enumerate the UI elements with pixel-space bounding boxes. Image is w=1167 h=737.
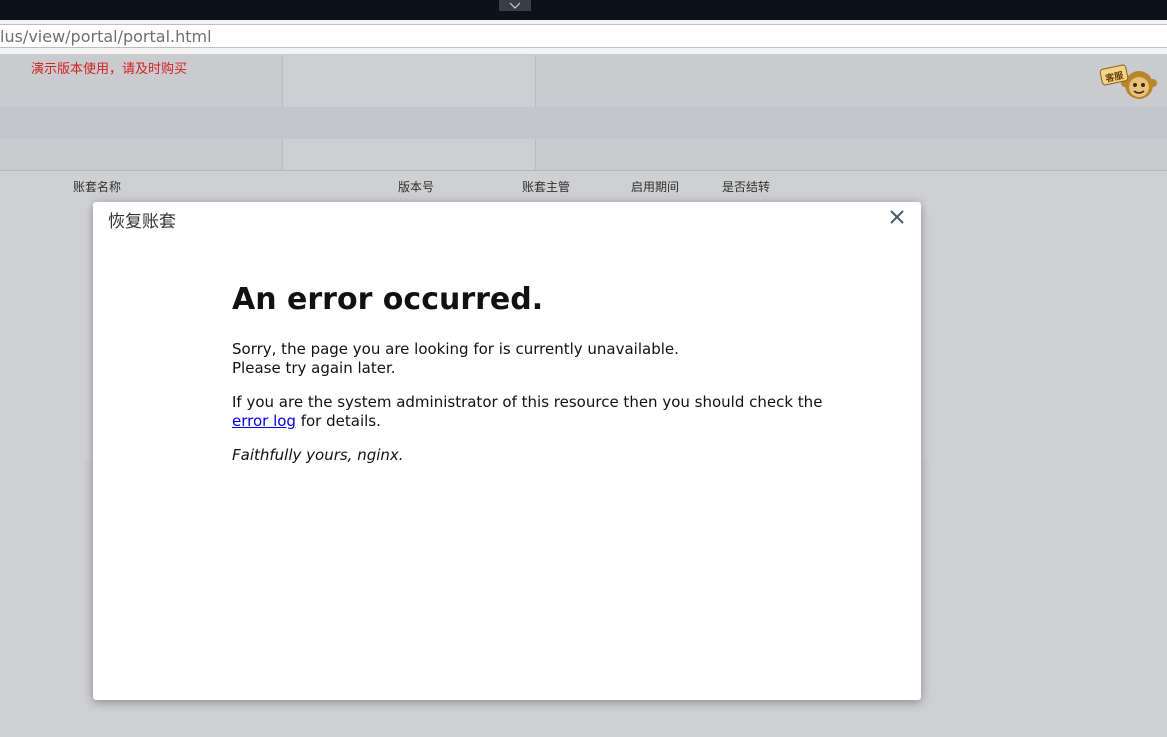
demo-notice: 演示版本使用，请及时购买	[31, 62, 188, 77]
admin-text: If you are the system administrator of t…	[232, 393, 823, 411]
browser-top-bar	[0, 0, 1167, 20]
restore-account-dialog: 恢复账套 An error occurred. Sorry, the page …	[93, 202, 921, 700]
dialog-title: 恢复账套	[108, 212, 176, 232]
unavailable-message: Sorry, the page you are looking for is c…	[232, 340, 852, 378]
unavailable-line: Sorry, the page you are looking for is c…	[232, 340, 679, 358]
admin-message: If you are the system administrator of t…	[232, 393, 852, 431]
column-header-carryover[interactable]: 是否结转	[722, 178, 770, 195]
retry-line: Please try again later.	[232, 359, 396, 377]
app-banner: 演示版本使用，请及时购买 客服	[0, 55, 1167, 171]
topbar-toggle-button[interactable]	[499, 0, 531, 11]
address-bar[interactable]: lus/view/portal/portal.html	[0, 24, 1167, 48]
url-text[interactable]: lus/view/portal/portal.html	[0, 27, 212, 47]
column-header-manager[interactable]: 账套主管	[522, 178, 570, 195]
close-icon[interactable]	[888, 208, 906, 226]
monkey-mascot-icon[interactable]: 客服	[1099, 61, 1157, 105]
error-log-link[interactable]: error log	[232, 412, 296, 430]
banner-strip	[0, 107, 1167, 139]
error-heading: An error occurred.	[232, 282, 544, 317]
address-bar-area: lus/view/portal/portal.html	[0, 20, 1167, 55]
column-header-name[interactable]: 账套名称	[73, 178, 121, 195]
details-text: for details.	[295, 412, 381, 430]
signature: Faithfully yours, nginx.	[232, 446, 404, 464]
table-header: 账套名称 版本号 账套主管 启用期间 是否结转	[0, 171, 800, 200]
column-header-version[interactable]: 版本号	[398, 178, 434, 195]
error-content: An error occurred. Sorry, the page you a…	[232, 280, 852, 465]
column-header-period[interactable]: 启用期间	[631, 178, 679, 195]
chevron-down-icon	[509, 2, 521, 9]
